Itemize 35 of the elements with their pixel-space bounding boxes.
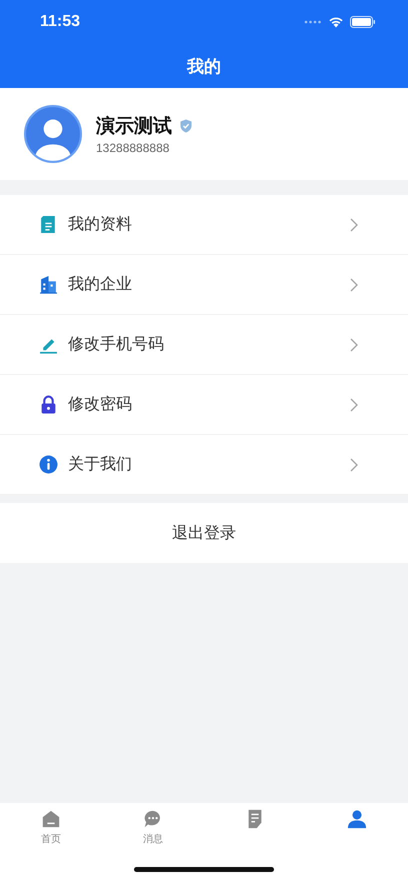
- info-icon: [39, 455, 58, 474]
- menu-item[interactable]: 修改手机号码: [0, 315, 408, 375]
- status-time: 11:53: [40, 13, 80, 31]
- tab-item[interactable]: 首页: [0, 809, 102, 855]
- person-icon: [347, 809, 367, 829]
- tab-label: 首页: [41, 833, 61, 846]
- logout-button[interactable]: 退出登录: [0, 503, 408, 563]
- menu-item[interactable]: 修改密码: [0, 375, 408, 435]
- user-name: 演示测试: [96, 114, 172, 139]
- menu-label: 我的企业: [68, 274, 133, 295]
- menu-label: 修改手机号码: [68, 334, 165, 355]
- menu-item[interactable]: 关于我们: [0, 435, 408, 495]
- chevron-right-icon: [350, 278, 358, 292]
- battery-icon: [350, 16, 376, 28]
- home-icon: [41, 809, 61, 829]
- wifi-icon: [328, 16, 344, 28]
- chevron-right-icon: [350, 218, 358, 232]
- phone-number: 13288888888: [96, 141, 170, 155]
- avatar-icon: [24, 105, 82, 163]
- chevron-right-icon: [350, 398, 358, 412]
- lock-icon: [39, 395, 58, 414]
- menu-label: 关于我们: [68, 454, 133, 475]
- tab-label: 消息: [143, 832, 163, 846]
- menu-label: 修改密码: [68, 394, 133, 415]
- signal-icon: [304, 20, 322, 24]
- menu-item[interactable]: 我的资料: [0, 195, 408, 255]
- menu-label: 我的资料: [68, 214, 133, 235]
- chevron-right-icon: [350, 458, 358, 472]
- page-title: 我的: [187, 56, 221, 78]
- building-icon: [39, 275, 58, 294]
- chat-bubble-icon: [143, 809, 163, 829]
- document-icon: [39, 215, 58, 234]
- tab-item[interactable]: 消息: [102, 809, 204, 855]
- chevron-right-icon: [350, 338, 358, 352]
- menu-item[interactable]: 我的企业: [0, 255, 408, 315]
